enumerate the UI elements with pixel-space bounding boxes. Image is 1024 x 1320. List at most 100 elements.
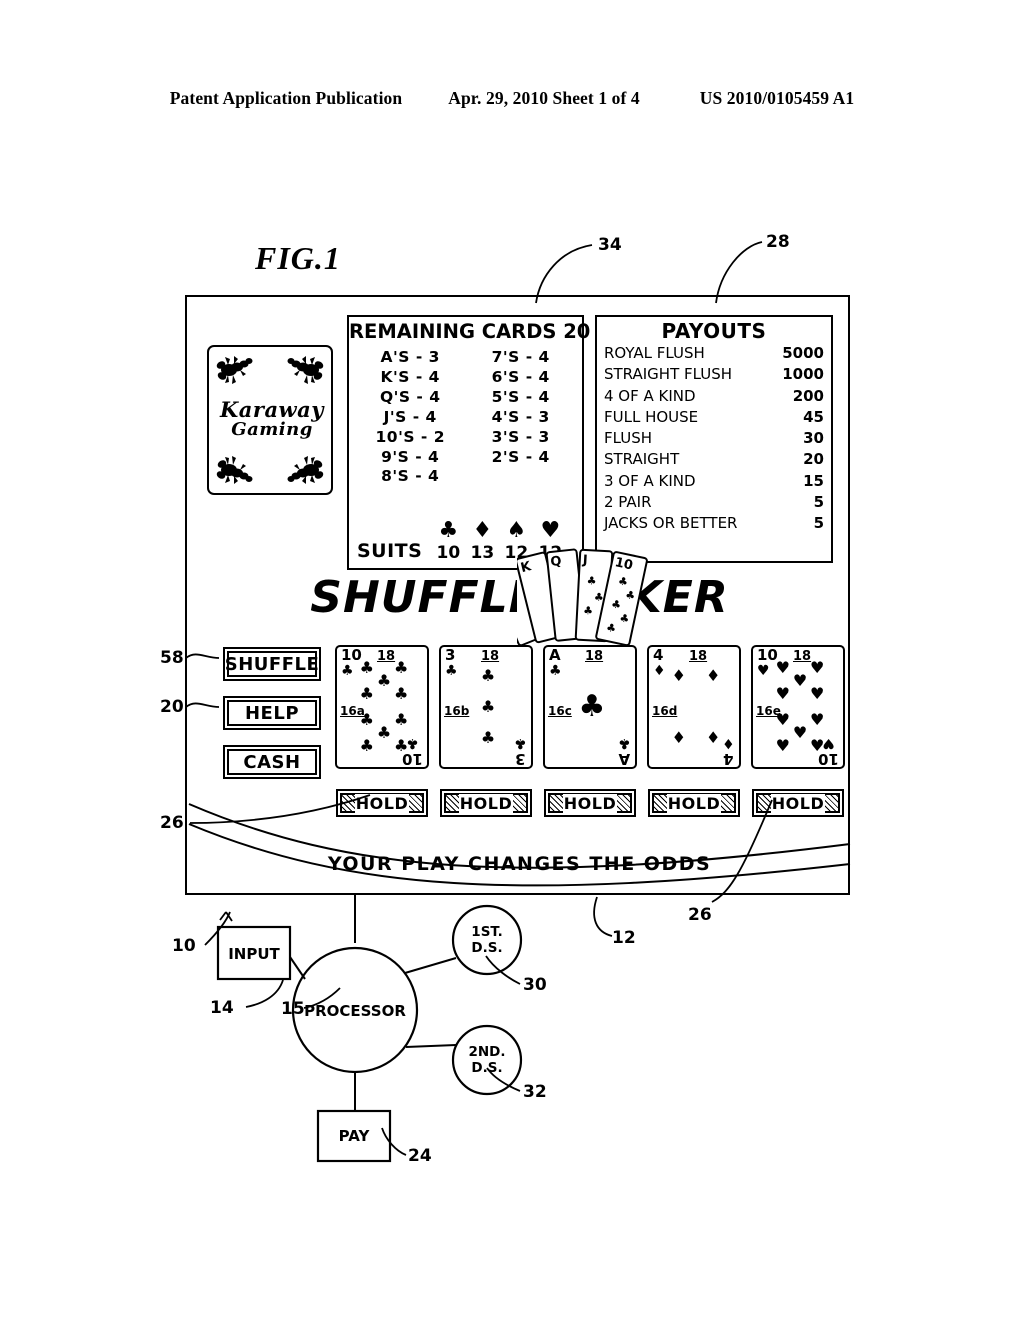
refnum-14: 14 bbox=[210, 998, 234, 1018]
playing-card[interactable]: 3 ♣ 18 16b 3 ♣ ♣ ♣ ♣ bbox=[439, 645, 533, 769]
refnum-26-left: 26 bbox=[160, 813, 184, 833]
suit-count-value: 10 bbox=[436, 543, 461, 563]
hold-button[interactable]: HOLD bbox=[648, 789, 740, 817]
diamond-icon: ♦ bbox=[671, 665, 686, 685]
refnum-20: 20 bbox=[160, 697, 184, 717]
playing-card[interactable]: 10 ♥ 18 16e 10 ♥ ♥ ♥ ♥ ♥ ♥ ♥ ♥ ♥ ♥ ♥ bbox=[751, 645, 845, 769]
refnum-32: 32 bbox=[523, 1082, 547, 1102]
payout-value: 45 bbox=[803, 407, 824, 426]
suit-count-item: ♦ 13 bbox=[465, 520, 499, 563]
refnum-30: 30 bbox=[523, 975, 547, 995]
club-icon: ♣ bbox=[480, 697, 496, 716]
payout-row: 3 OF A KIND 15 bbox=[597, 471, 831, 492]
input-label: INPUT bbox=[228, 945, 280, 963]
heart-icon: ♥ bbox=[809, 658, 825, 678]
help-button[interactable]: HELP bbox=[223, 696, 321, 730]
remaining-cards-panel: REMAINING CARDS 20 A'S - 3 7'S - 4 K'S - 4… bbox=[347, 315, 591, 570]
svg-text:♣: ♣ bbox=[594, 591, 605, 604]
payout-hand-name: 3 OF A KIND bbox=[604, 471, 696, 490]
royal-flush-fan-graphic: A K Q J 10 ♣ ♣ ♣ ♣ ♣ ♣ ♣ ♣ bbox=[517, 542, 657, 657]
playing-card[interactable]: A ♣ 18 16c A ♣ ♣ bbox=[543, 645, 637, 769]
publication-header: Patent Application Publication Apr. 29, … bbox=[0, 88, 1024, 109]
remaining-rank-cell: 10'S - 2 bbox=[375, 427, 445, 446]
remaining-rank-cell: J'S - 4 bbox=[383, 407, 437, 426]
refnum-28: 28 bbox=[766, 232, 790, 252]
first-ds-label-1: 1ST. bbox=[471, 924, 502, 940]
first-ds-label-2: D.S. bbox=[471, 940, 502, 956]
card-back-logo: Karaway Gaming bbox=[207, 345, 333, 495]
club-icon: ♣ bbox=[438, 518, 459, 543]
hold-button-label: HOLD bbox=[770, 793, 826, 813]
suits-label: SUITS bbox=[357, 540, 423, 562]
club-icon: ♣ bbox=[578, 689, 606, 724]
diamond-icon: ♦ bbox=[705, 728, 721, 748]
club-icon: ♣ bbox=[393, 684, 409, 704]
tagline: YOUR PLAY CHANGES THE ODDS bbox=[327, 853, 712, 875]
heart-icon: ♥ bbox=[775, 709, 790, 729]
payout-hand-name: STRAIGHT bbox=[604, 450, 680, 469]
remaining-rank-cell: 3'S - 3 bbox=[491, 427, 550, 446]
payout-hand-name: STRAIGHT FLUSH bbox=[604, 365, 733, 384]
payout-row: STRAIGHT 20 bbox=[597, 449, 831, 470]
remaining-rank-cell: A'S - 3 bbox=[380, 348, 440, 366]
diamond-icon: ♦ bbox=[671, 728, 686, 748]
heart-icon: ♥ bbox=[809, 735, 825, 755]
remaining-rank-cell: K'S - 4 bbox=[380, 367, 440, 386]
club-icon: ♣ bbox=[376, 671, 392, 691]
payout-value: 5 bbox=[813, 493, 824, 512]
diamond-icon: ♦ bbox=[705, 665, 721, 685]
remaining-cards-title: REMAINING CARDS 20 bbox=[349, 320, 591, 343]
gaming-machine-cabinet: Karaway Gaming REMAINING CARDS 20 A'S - … bbox=[185, 295, 851, 895]
shuffle-button-label: SHUFFLE bbox=[224, 653, 320, 675]
club-icon: ♣ bbox=[480, 728, 496, 748]
cash-button[interactable]: CASH bbox=[223, 745, 321, 779]
remaining-rank-cell: Q'S - 4 bbox=[379, 387, 441, 406]
logo-line-1: Karaway bbox=[220, 397, 324, 422]
payout-row: FLUSH 30 bbox=[597, 428, 831, 449]
remaining-rank-cell: 7'S - 4 bbox=[491, 348, 550, 366]
payout-value: 200 bbox=[792, 386, 824, 405]
scorpion-icon bbox=[215, 353, 255, 387]
payout-row: 4 OF A KIND 200 bbox=[597, 386, 831, 407]
logo-text: Karaway Gaming bbox=[209, 397, 331, 440]
remaining-rank-cell: 6'S - 4 bbox=[491, 367, 550, 386]
payout-hand-name: 2 PAIR bbox=[604, 493, 652, 512]
remaining-rank-cell: 9'S - 4 bbox=[381, 447, 440, 466]
remaining-rank-cell: 8'S - 4 bbox=[381, 467, 440, 486]
refnum-26-right: 26 bbox=[688, 905, 712, 925]
refnum-58: 58 bbox=[160, 648, 184, 668]
card-rank: 3 bbox=[445, 646, 456, 664]
hold-button-label: HOLD bbox=[666, 793, 722, 813]
payout-row: STRAIGHT FLUSH 1000 bbox=[597, 364, 831, 385]
suit-count-item: ♣ 10 bbox=[431, 518, 465, 563]
club-icon: ♣ bbox=[359, 658, 374, 678]
refnum-15: 15 bbox=[281, 999, 305, 1019]
card-pip-area: ♣ ♣ ♣ ♣ ♣ ♣ ♣ ♣ ♣ ♣ bbox=[351, 658, 417, 753]
payout-value: 15 bbox=[803, 471, 824, 490]
payout-row: FULL HOUSE 45 bbox=[597, 407, 831, 428]
playing-card[interactable]: 10 ♣ 18 16a 10 ♣ ♣ ♣ ♣ ♣ ♣ ♣ ♣ ♣ ♣ ♣ bbox=[335, 645, 429, 769]
payout-hand-name: 4 OF A KIND bbox=[604, 386, 696, 405]
pay-label: PAY bbox=[339, 1127, 371, 1145]
payout-value: 1000 bbox=[782, 365, 824, 384]
payout-hand-name: ROYAL FLUSH bbox=[604, 344, 705, 362]
playing-card[interactable]: 4 ♦ 18 16d 4 ♦ ♦ ♦ ♦ ♦ bbox=[647, 645, 741, 769]
club-icon: ♣ bbox=[393, 709, 409, 729]
hold-button[interactable]: HOLD bbox=[336, 789, 428, 817]
hold-button-label: HOLD bbox=[354, 793, 410, 813]
figure-label: FIG.1 bbox=[255, 240, 341, 276]
hold-button[interactable]: HOLD bbox=[440, 789, 532, 817]
hold-button[interactable]: HOLD bbox=[752, 789, 844, 817]
second-ds-label-1: 2ND. bbox=[468, 1044, 505, 1060]
card-pip-area: ♣ bbox=[559, 661, 625, 753]
suit-count-value: 13 bbox=[470, 543, 495, 563]
help-button-label: HELP bbox=[244, 702, 300, 724]
heart-icon: ♥ bbox=[809, 709, 825, 729]
refnum-12: 12 bbox=[612, 928, 636, 948]
cash-button-label: CASH bbox=[243, 751, 301, 773]
hold-button[interactable]: HOLD bbox=[544, 789, 636, 817]
publication-label: Patent Application Publication bbox=[169, 88, 403, 108]
scorpion-icon bbox=[215, 453, 255, 487]
remaining-rank-cell bbox=[466, 467, 577, 486]
shuffle-button[interactable]: SHUFFLE bbox=[223, 647, 321, 681]
